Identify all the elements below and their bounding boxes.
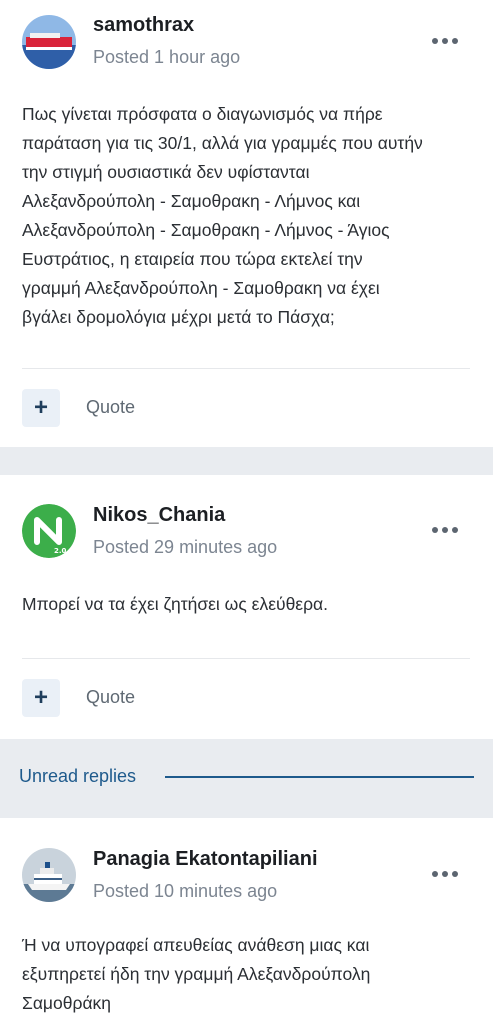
post-body-line: Σαμοθράκη [22,993,112,1013]
post-body-line: την στιγμή ουσιαστικά δεν υφίστανται [22,162,310,182]
divider [22,368,470,369]
post-author[interactable]: samothrax [93,14,194,37]
divider [22,658,470,659]
quote-button[interactable]: Quote [86,687,135,708]
post-body-line: Πως γίνεται πρόσφατα ο διαγωνισμός να πή… [22,104,383,124]
post-body-line: παράταση για τις 30/1, αλλά για γραμμές … [22,133,423,153]
post-body: Μπορεί να τα έχει ζητήσει ως ελεύθερα. [22,590,477,619]
quote-button[interactable]: Quote [86,397,135,418]
post-card: Panagia Ekatontapiliani Posted 10 minute… [0,818,493,1024]
more-options-icon[interactable] [432,36,458,46]
post-body-line: εξυπηρετεί ήδη την γραμμή Αλεξανδρούπολη [22,964,371,984]
post-body-line: Μπορεί να τα έχει ζητήσει ως ελεύθερα. [22,594,329,614]
post-timestamp[interactable]: Posted 10 minutes ago [93,881,277,902]
post-body-line: Αλεξανδρούπολη - Σαμοθρακη - Λήμνος και [22,191,361,211]
post-card: samothrax Posted 1 hour ago Πως γίνεται … [0,0,493,447]
post-author[interactable]: Nikos_Chania [93,504,225,527]
post-body-line: Ή να υπογραφεί απευθείας ανάθεση μιας κα… [22,935,370,955]
avatar[interactable] [22,848,76,902]
avatar-badge: 2.0 [54,547,67,555]
post-body-line: Ευστράτιος, η εταιρεία που τώρα εκτελεί … [22,249,363,269]
ship-photo-icon [22,848,76,902]
green-n-logo-icon: 2.0 [22,504,76,558]
react-plus-button[interactable]: + [22,389,60,427]
unread-replies-label: Unread replies [19,766,137,786]
unread-replies-line [165,776,474,778]
post-author[interactable]: Panagia Ekatontapiliani [93,848,318,871]
post-body-line: βγάλει δρομολόγια μέχρι μετά το Πάσχα; [22,307,335,327]
post-body-line: γραμμή Αλεξανδρούπολη - Σαμοθρακη να έχε… [22,278,380,298]
more-options-icon[interactable] [432,869,458,879]
avatar[interactable] [22,15,76,69]
post-body: Πως γίνεται πρόσφατα ο διαγωνισμός να πή… [22,100,477,332]
react-plus-button[interactable]: + [22,679,60,717]
forum-thread: samothrax Posted 1 hour ago Πως γίνεται … [0,0,493,1024]
post-body: Ή να υπογραφεί απευθείας ανάθεση μιας κα… [22,931,477,1018]
ferry-photo-icon [22,15,76,69]
avatar[interactable]: 2.0 [22,504,76,558]
post-card: 2.0 Nikos_Chania Posted 29 minutes ago Μ… [0,475,493,739]
post-timestamp[interactable]: Posted 29 minutes ago [93,537,277,558]
post-body-line: Αλεξανδρούπολη - Σαμοθρακη - Λήμνος - Άγ… [22,220,390,240]
post-timestamp[interactable]: Posted 1 hour ago [93,47,240,68]
more-options-icon[interactable] [432,525,458,535]
